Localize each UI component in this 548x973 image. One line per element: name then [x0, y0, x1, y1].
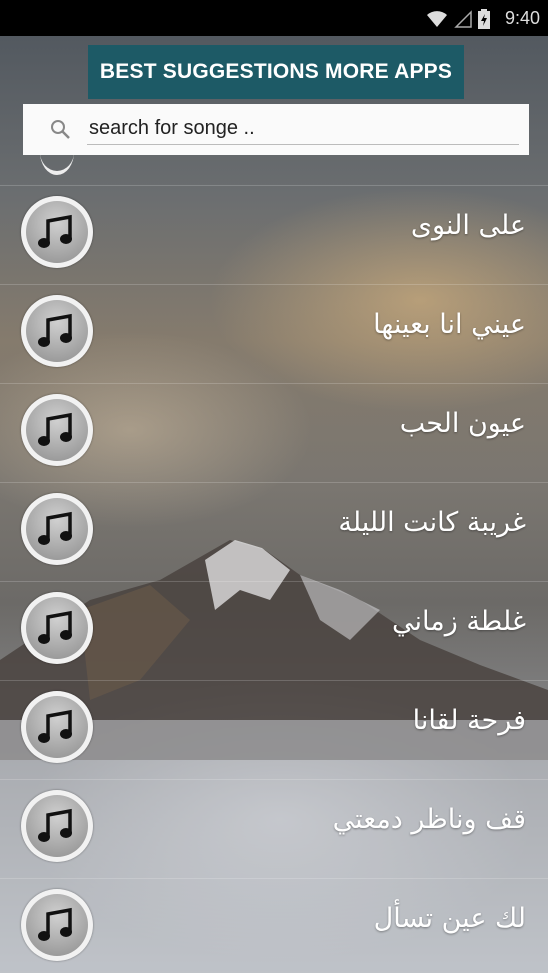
- search-icon: [49, 118, 73, 146]
- music-note-icon: [21, 196, 93, 268]
- wifi-icon: [426, 10, 448, 32]
- status-time: 9:40: [504, 8, 540, 28]
- list-item[interactable]: غريبة كانت الليلة: [0, 483, 548, 582]
- music-note-icon: [21, 295, 93, 367]
- music-note-icon: [21, 394, 93, 466]
- music-note-icon: [21, 889, 93, 961]
- song-title: عيني انا بعينها: [373, 309, 526, 340]
- music-note-icon: [21, 493, 93, 565]
- battery-icon: [478, 9, 490, 33]
- list-item[interactable]: لك عين تسأل: [0, 879, 548, 973]
- list-item[interactable]: عيون الحب: [0, 384, 548, 483]
- more-apps-banner-button[interactable]: BEST SUGGESTIONS MORE APPS: [88, 45, 464, 99]
- status-bar: 9:40: [0, 0, 548, 36]
- list-item[interactable]: عيني انا بعينها: [0, 285, 548, 384]
- song-title: فرحة لقانا: [412, 705, 526, 736]
- search-bar: [23, 104, 529, 155]
- music-note-icon: [21, 691, 93, 763]
- song-title: لك عين تسأل: [373, 903, 526, 934]
- music-note-icon: [21, 790, 93, 862]
- song-list[interactable]: على النوى عيني انا بعينها عيون الحب غريب…: [0, 155, 548, 973]
- music-note-icon: [21, 592, 93, 664]
- song-title: قف وناظر دمعتي: [332, 804, 526, 835]
- list-item[interactable]: على النوى: [0, 186, 548, 285]
- song-title: غريبة كانت الليلة: [338, 507, 526, 538]
- list-item[interactable]: غلطة زماني: [0, 582, 548, 681]
- signal-icon: [454, 10, 472, 32]
- list-item[interactable]: قف وناظر دمعتي: [0, 780, 548, 879]
- song-title: على النوى: [410, 210, 526, 241]
- search-input[interactable]: [87, 112, 519, 145]
- song-title: غلطة زماني: [391, 606, 526, 637]
- list-item[interactable]: فرحة لقانا: [0, 681, 548, 780]
- list-item-partial: [0, 155, 548, 186]
- song-title: عيون الحب: [399, 408, 526, 439]
